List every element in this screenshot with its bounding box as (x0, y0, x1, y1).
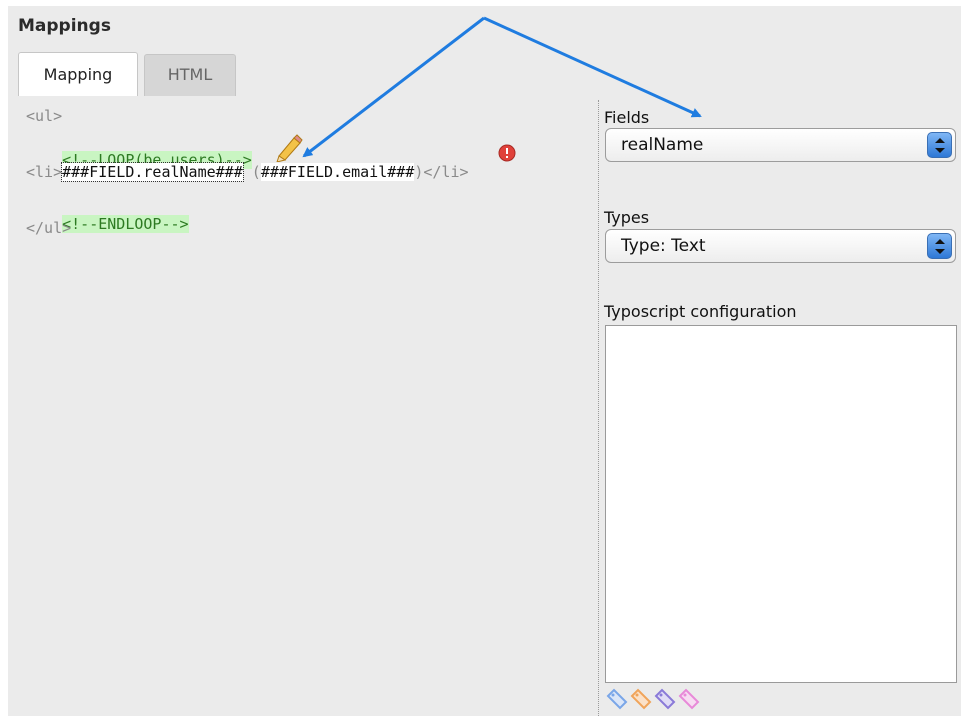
mapping-settings-pane: Fields realName Types Type: Text Typoscr… (604, 0, 961, 716)
fields-dropdown-arrows-icon[interactable] (927, 132, 952, 158)
typoscript-configuration-input[interactable] (605, 325, 957, 683)
purple-tag-icon[interactable] (654, 688, 676, 710)
code-line-li: <li>###FIELD.realName### (###FIELD.email… (26, 162, 469, 182)
tab-mapping[interactable]: Mapping (18, 52, 138, 96)
panel-title: Mappings (18, 16, 111, 36)
endloop-marker[interactable]: <!--ENDLOOP--> (62, 215, 189, 233)
code-line-endloop: <!--ENDLOOP--> (26, 194, 189, 233)
fields-select[interactable]: realName (605, 128, 956, 162)
li-open-tag: <li> (26, 163, 63, 181)
fields-selected-value: realName (621, 135, 704, 155)
pane-divider[interactable] (598, 100, 599, 716)
pink-tag-icon[interactable] (678, 688, 700, 710)
types-selected-value: Type: Text (621, 236, 706, 256)
code-line-ul-close: </ul> (26, 219, 72, 237)
types-dropdown-arrows-icon[interactable] (927, 233, 952, 259)
code-line-ul-open: <ul> (26, 107, 63, 125)
realname-field-marker[interactable]: ###FIELD.realName### (61, 162, 244, 182)
types-label: Types (604, 208, 650, 227)
email-field-marker[interactable]: ###FIELD.email### (260, 163, 415, 181)
li-close-tag: )</li> (414, 163, 469, 181)
types-select[interactable]: Type: Text (605, 229, 956, 263)
blue-tag-icon[interactable] (606, 688, 628, 710)
paren-open-text: ( (242, 163, 261, 181)
code-line-loop: <!--LOOP(be_users)--> (26, 130, 252, 169)
orange-tag-icon[interactable] (630, 688, 652, 710)
typoscript-label: Typoscript configuration (604, 302, 797, 321)
fields-label: Fields (604, 108, 650, 127)
tab-html[interactable]: HTML (144, 54, 236, 96)
